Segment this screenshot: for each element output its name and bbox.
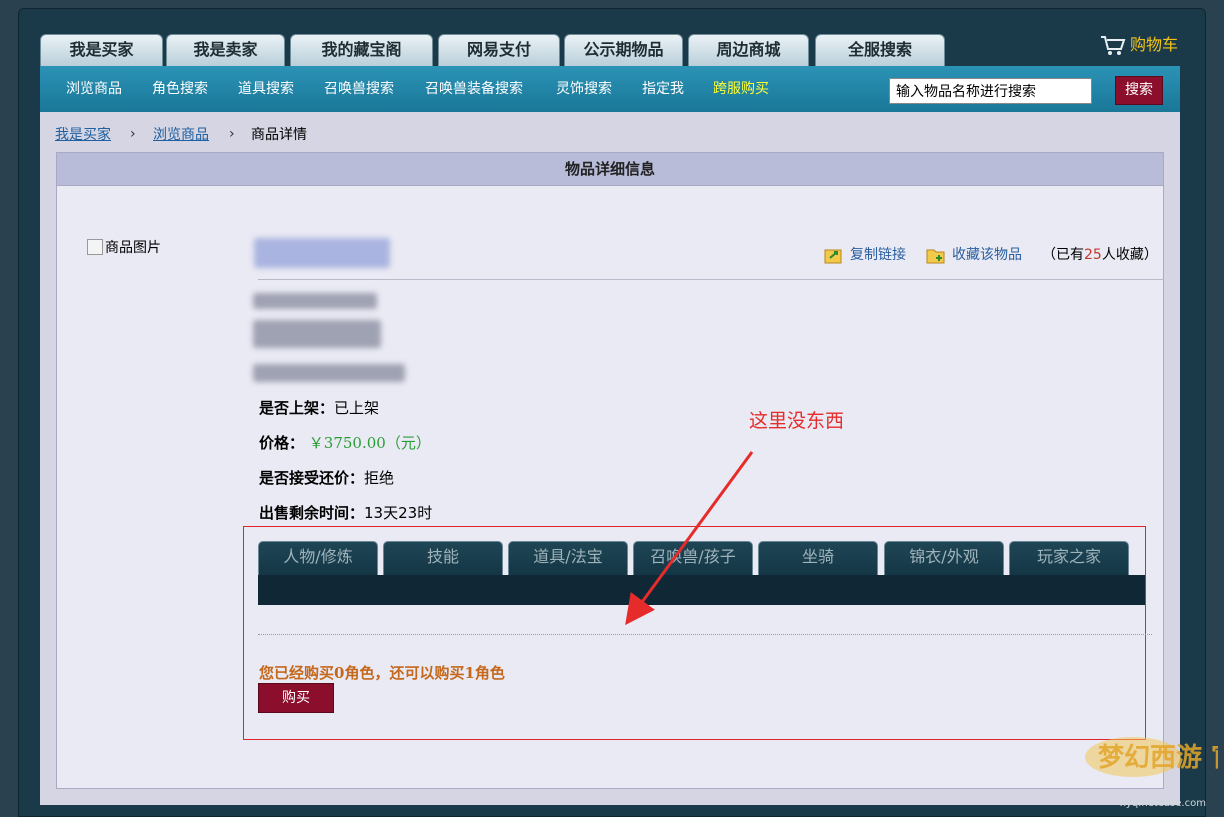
game-logo-watermark: 梦幻西游 官方论坛 xyq.netease.com xyxy=(1085,737,1218,809)
annotation-arrow xyxy=(625,451,754,626)
watermark-text: 梦幻西游 官方论坛 xyxy=(1098,742,1218,773)
watermark-url: xyq.netease.com xyxy=(1120,798,1206,809)
